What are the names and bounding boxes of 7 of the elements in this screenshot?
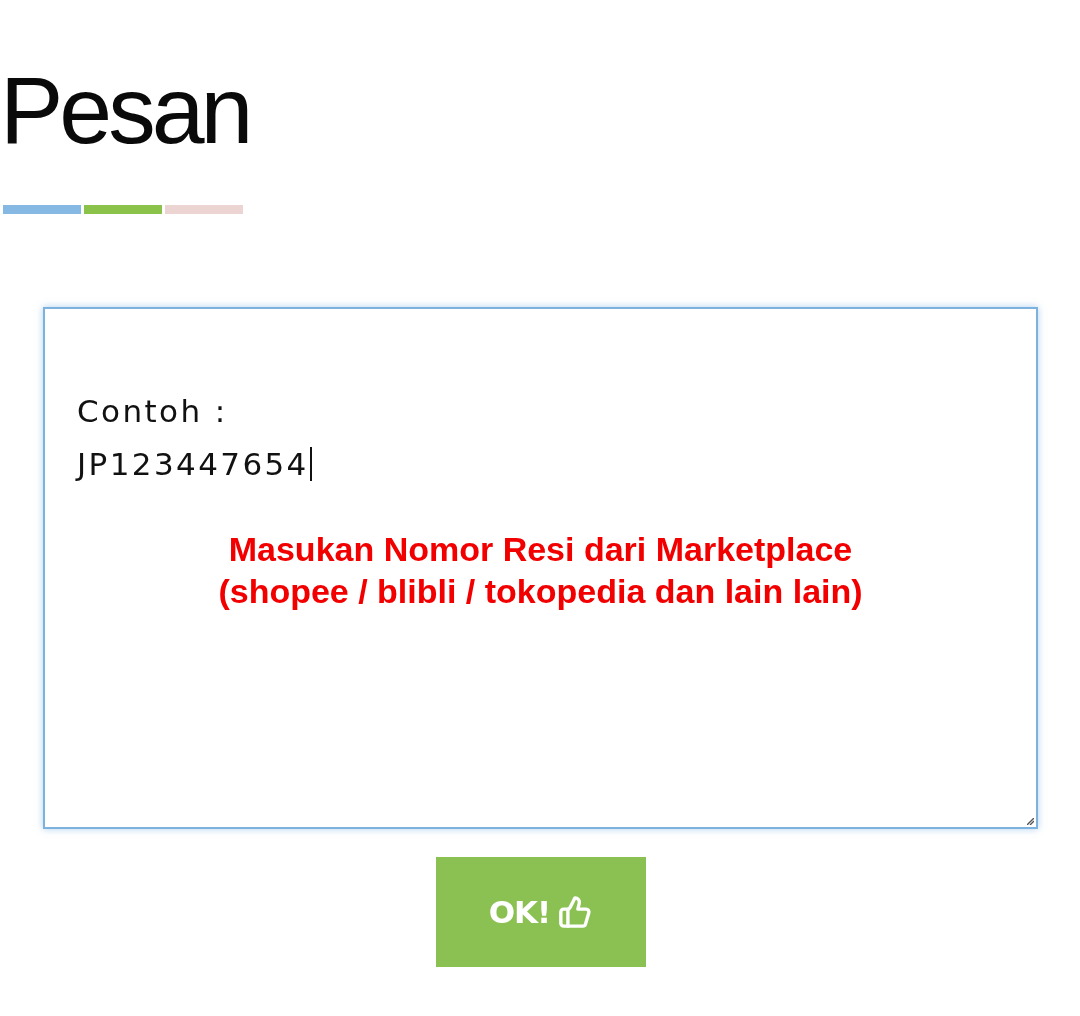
text-caret-icon	[309, 447, 312, 481]
hint-text: Masukan Nomor Resi dari Marketplace (shopee / blibli / tokopedia dan lain lain)	[218, 529, 863, 612]
message-field[interactable]: Contoh : JP123447654 Masukan Nomor Resi dari Marketplace (shopee / blibli / tokopedia dan lain lain)	[43, 307, 1038, 829]
thumbs-up-icon	[558, 895, 593, 929]
field-value-text: Contoh : JP123447654	[77, 392, 309, 484]
page-title: Pesan	[0, 63, 250, 158]
resize-grip-icon[interactable]	[1027, 818, 1034, 825]
